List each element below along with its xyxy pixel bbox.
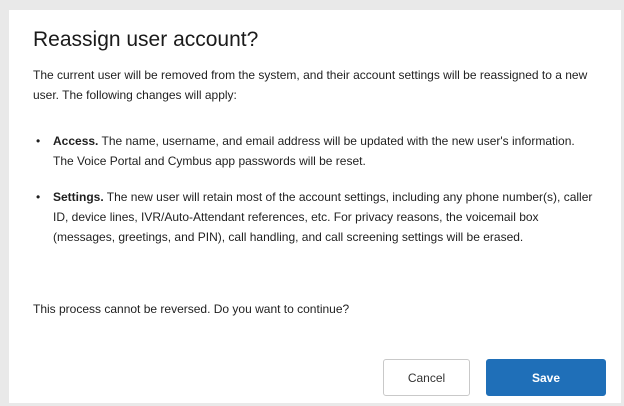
list-item-settings: • Settings. The new user will retain mos… [33,187,598,247]
bullet-marker: • [36,134,41,148]
cancel-button[interactable]: Cancel [383,359,470,396]
bullet-marker: • [36,190,41,204]
confirmation-question: This process cannot be reversed. Do you … [33,302,350,316]
dialog-title: Reassign user account? [33,28,259,51]
save-button[interactable]: Save [486,359,606,396]
bullet-heading: Settings. [53,190,104,204]
bullet-heading: Access. [53,134,99,148]
reassign-dialog: Reassign user account? The current user … [9,10,621,403]
changes-list: • Access. The name, username, and email … [33,131,598,247]
dialog-intro: The current user will be removed from th… [33,68,588,102]
list-item-access: • Access. The name, username, and email … [33,131,598,171]
bullet-text: The name, username, and email address wi… [53,134,575,168]
bullet-text: The new user will retain most of the acc… [53,190,593,244]
